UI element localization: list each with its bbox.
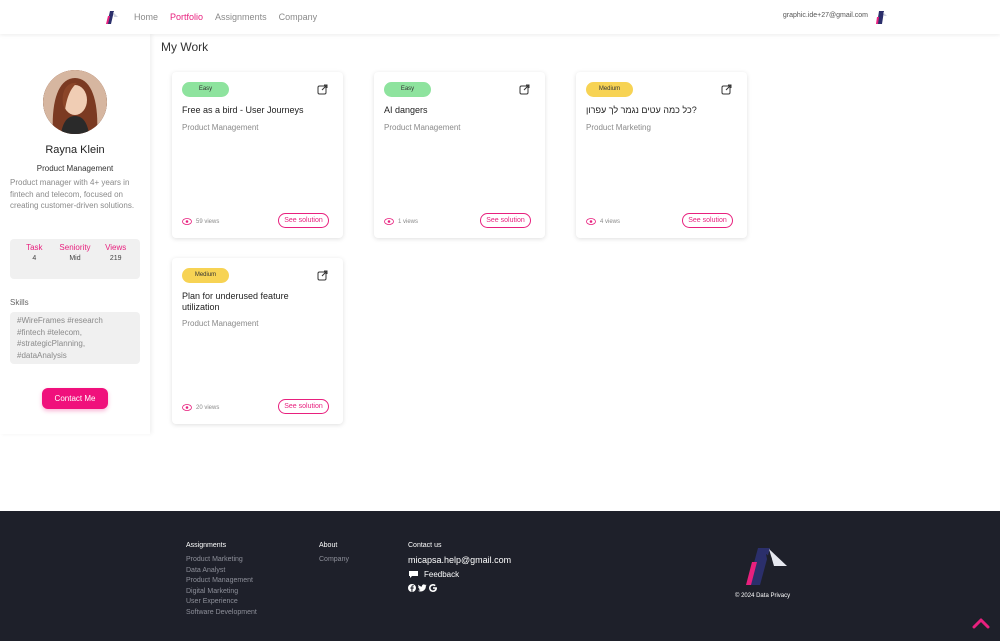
views-count: 20 views bbox=[196, 404, 220, 411]
social-links bbox=[408, 584, 511, 592]
feedback-link[interactable]: Feedback bbox=[408, 570, 511, 579]
stat-seniority: Seniority Mid bbox=[55, 243, 96, 279]
avatar bbox=[43, 70, 107, 134]
footer: Assignments Product Marketing Data Analy… bbox=[0, 511, 1000, 641]
contact-email-link[interactable]: micapsa.help@gmail.com bbox=[408, 555, 511, 565]
difficulty-badge: Easy bbox=[182, 82, 229, 97]
stat-seniority-label: Seniority bbox=[59, 243, 91, 252]
footer-assignments: Assignments Product Marketing Data Analy… bbox=[186, 542, 257, 618]
feedback-icon bbox=[409, 571, 418, 578]
work-card[interactable]: Medium Plan for underused feature utiliz… bbox=[172, 258, 343, 424]
see-solution-button[interactable]: See solution bbox=[682, 213, 733, 228]
scroll-top-icon[interactable] bbox=[972, 617, 990, 629]
work-card[interactable]: Easy Free as a bird - User Journeys Prod… bbox=[172, 72, 343, 238]
footer-link[interactable]: Digital Marketing bbox=[186, 587, 257, 598]
twitter-icon[interactable] bbox=[418, 584, 427, 592]
top-header: Home Portfolio Assignments Company graph… bbox=[0, 0, 1000, 34]
see-solution-button[interactable]: See solution bbox=[278, 213, 329, 228]
see-solution-button[interactable]: See solution bbox=[480, 213, 531, 228]
difficulty-badge: Easy bbox=[384, 82, 431, 97]
nav-assignments[interactable]: Assignments bbox=[215, 12, 267, 22]
card-category: Product Management bbox=[182, 123, 259, 132]
work-card[interactable]: Easy AI dangers Product Management 1 vie… bbox=[374, 72, 545, 238]
stat-task: Task 4 bbox=[14, 243, 55, 279]
stat-views-value: 219 bbox=[109, 255, 122, 262]
card-title[interactable]: AI dangers bbox=[384, 105, 534, 116]
page-title: My Work bbox=[161, 40, 209, 54]
skills-title: Skills bbox=[10, 298, 29, 307]
profile-stats: Task 4 Seniority Mid Views 219 bbox=[10, 239, 140, 279]
see-solution-button[interactable]: See solution bbox=[278, 399, 329, 414]
card-category: Product Marketing bbox=[586, 123, 651, 132]
user-email[interactable]: graphic.ide+27@gmail.com bbox=[783, 12, 868, 19]
views-count: 1 views bbox=[398, 218, 419, 225]
profile-name: Rayna Klein bbox=[45, 144, 105, 156]
facebook-icon[interactable] bbox=[408, 584, 416, 592]
stat-views-label: Views bbox=[105, 243, 127, 252]
eye-icon bbox=[586, 218, 596, 225]
eye-icon bbox=[182, 218, 192, 225]
nav-company[interactable]: Company bbox=[279, 12, 318, 22]
footer-assignments-head: Assignments bbox=[186, 542, 227, 549]
footer-link[interactable]: User Experience bbox=[186, 597, 257, 608]
profile-role: Product Management bbox=[36, 164, 114, 173]
footer-contact-head: Contact us bbox=[408, 542, 442, 549]
card-views: 59 views bbox=[182, 218, 219, 225]
card-views: 4 views bbox=[586, 218, 620, 225]
difficulty-badge: Medium bbox=[586, 82, 633, 97]
views-count: 59 views bbox=[196, 218, 220, 225]
views-count: 4 views bbox=[600, 218, 621, 225]
copyright: © 2024 Data Privacy bbox=[735, 593, 791, 599]
logo-icon[interactable] bbox=[104, 9, 120, 25]
user-avatar-icon[interactable] bbox=[874, 9, 888, 25]
nav-portfolio[interactable]: Portfolio bbox=[170, 12, 203, 22]
footer-link[interactable]: Data Analyst bbox=[186, 566, 257, 577]
share-icon[interactable] bbox=[519, 83, 531, 95]
footer-logo-icon bbox=[746, 548, 787, 585]
google-icon[interactable] bbox=[429, 584, 437, 592]
eye-icon bbox=[384, 218, 394, 225]
profile-bio: Product manager with 4+ years in fintech… bbox=[10, 178, 135, 210]
nav-home[interactable]: Home bbox=[134, 12, 158, 22]
footer-link-company[interactable]: Company bbox=[319, 555, 349, 566]
profile-sidebar: Rayna Klein Product Management Product m… bbox=[0, 34, 150, 434]
difficulty-badge: Medium bbox=[182, 268, 229, 283]
card-category: Product Management bbox=[182, 319, 259, 328]
eye-icon bbox=[182, 404, 192, 411]
footer-link[interactable]: Software Development bbox=[186, 608, 257, 619]
skills-list: #WireFrames #research #fintech #telecom,… bbox=[10, 312, 140, 364]
share-icon[interactable] bbox=[317, 269, 329, 281]
feedback-label: Feedback bbox=[424, 570, 460, 579]
avatar-portrait bbox=[43, 70, 107, 134]
stat-task-value: 4 bbox=[32, 255, 37, 262]
card-title[interactable]: Plan for underused feature utilization bbox=[182, 291, 312, 313]
share-icon[interactable] bbox=[317, 83, 329, 95]
footer-about-head: About bbox=[319, 542, 338, 549]
stat-views: Views 219 bbox=[95, 243, 136, 279]
footer-about: About Company bbox=[319, 542, 349, 566]
share-icon[interactable] bbox=[721, 83, 733, 95]
footer-link[interactable]: Product Management bbox=[186, 576, 257, 587]
footer-contact: Contact us micapsa.help@gmail.com Feedba… bbox=[408, 542, 511, 592]
card-category: Product Management bbox=[384, 123, 461, 132]
footer-link[interactable]: Product Marketing bbox=[186, 555, 257, 566]
work-card[interactable]: Medium ?כל כמה עטים נגמר לך עפרון Produc… bbox=[576, 72, 747, 238]
card-title[interactable]: Free as a bird - User Journeys bbox=[182, 105, 332, 116]
contact-me-button[interactable]: Contact Me bbox=[42, 388, 108, 409]
stat-task-label: Task bbox=[26, 243, 43, 252]
main-nav: Home Portfolio Assignments Company bbox=[134, 12, 317, 22]
card-views: 1 views bbox=[384, 218, 418, 225]
card-title[interactable]: ?כל כמה עטים נגמר לך עפרון bbox=[586, 105, 736, 116]
stat-seniority-value: Mid bbox=[69, 255, 81, 262]
card-views: 20 views bbox=[182, 404, 219, 411]
